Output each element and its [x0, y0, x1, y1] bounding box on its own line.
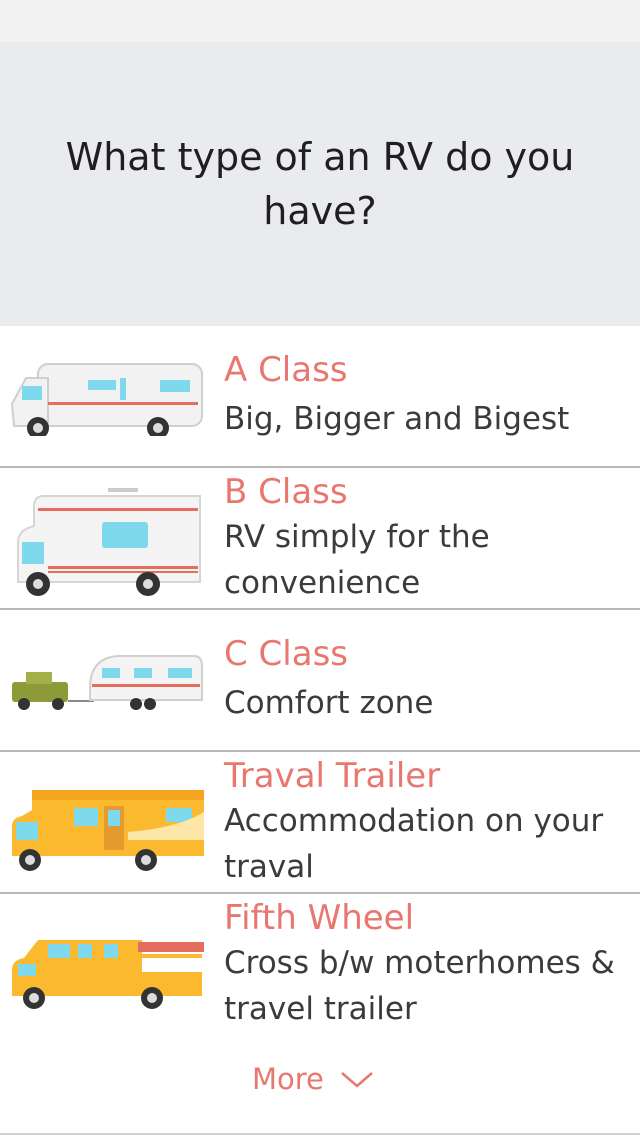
- option-traval-trailer[interactable]: Traval Trailer Accommodation on your tra…: [0, 752, 640, 894]
- b-class-motorhome-icon: [17, 488, 201, 596]
- option-title: B Class: [224, 472, 348, 512]
- option-fifth-wheel[interactable]: Fifth Wheel Cross b/w moterhomes & trave…: [0, 894, 640, 1040]
- food-truck-icon: [12, 940, 204, 1009]
- option-text: B Class RV simply for the convenience: [224, 472, 624, 606]
- option-text: C Class Comfort zone: [224, 634, 624, 726]
- option-text: A Class Big, Bigger and Bigest: [224, 350, 624, 442]
- option-title: C Class: [224, 634, 348, 674]
- option-title: Traval Trailer: [224, 756, 441, 796]
- more-label: More: [252, 1062, 324, 1096]
- option-description: Comfort zone: [224, 685, 434, 721]
- question-header: What type of an RV do you have?: [0, 42, 640, 326]
- question-title: What type of an RV do you have?: [65, 135, 575, 233]
- option-description: Cross b/w moterhomes & travel trailer: [224, 945, 615, 1027]
- option-text: Fifth Wheel Cross b/w moterhomes & trave…: [224, 898, 624, 1032]
- more-button[interactable]: More: [252, 1062, 374, 1096]
- bottom-divider: [0, 1133, 640, 1135]
- option-description: Accommodation on your traval: [224, 803, 604, 885]
- chevron-down-icon: [341, 1072, 373, 1088]
- yellow-motorhome-icon: [12, 790, 204, 871]
- a-class-motorhome-icon: [10, 363, 203, 436]
- option-text: Traval Trailer Accommodation on your tra…: [224, 756, 624, 890]
- option-title: Fifth Wheel: [224, 898, 415, 938]
- option-title: A Class: [224, 350, 348, 390]
- status-bar: [0, 0, 640, 42]
- option-b-class[interactable]: B Class RV simply for the convenience: [0, 468, 640, 610]
- option-c-class[interactable]: C Class Comfort zone: [0, 610, 640, 752]
- option-description: RV simply for the convenience: [224, 519, 490, 601]
- jeep-with-camper-trailer-icon: [12, 655, 203, 710]
- option-a-class[interactable]: A Class Big, Bigger and Bigest: [0, 326, 640, 468]
- rv-type-list: A Class Big, Bigger and Bigest B Class R…: [0, 326, 640, 1040]
- option-description: Big, Bigger and Bigest: [224, 401, 570, 437]
